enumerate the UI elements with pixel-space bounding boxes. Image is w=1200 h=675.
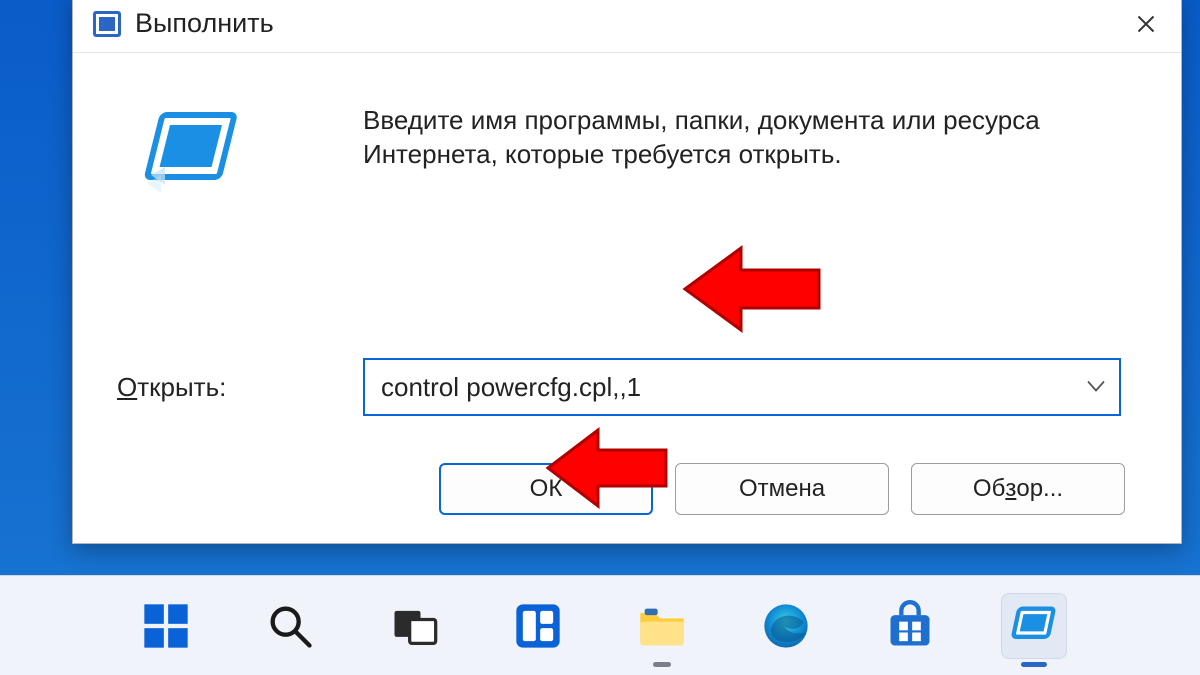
browse-button[interactable]: Обзор... bbox=[911, 463, 1125, 515]
file-explorer-icon bbox=[636, 600, 688, 652]
titlebar: Выполнить bbox=[73, 0, 1181, 53]
edge-icon bbox=[760, 600, 812, 652]
search-button[interactable] bbox=[257, 593, 323, 659]
taskbar bbox=[0, 575, 1200, 675]
store-button[interactable] bbox=[877, 593, 943, 659]
run-icon bbox=[1008, 600, 1060, 652]
search-icon bbox=[264, 600, 316, 652]
start-button[interactable] bbox=[133, 593, 199, 659]
chevron-down-icon bbox=[1087, 377, 1105, 398]
open-combobox[interactable] bbox=[363, 358, 1121, 416]
cancel-button[interactable]: Отмена bbox=[675, 463, 889, 515]
store-icon bbox=[884, 600, 936, 652]
task-view-button[interactable] bbox=[381, 593, 447, 659]
file-explorer-button[interactable] bbox=[629, 593, 695, 659]
ok-button[interactable]: ОК bbox=[439, 463, 653, 515]
run-dialog: Выполнить Введите имя программы, папки, … bbox=[72, 0, 1182, 544]
open-input[interactable] bbox=[381, 372, 1073, 403]
widgets-icon bbox=[512, 600, 564, 652]
close-icon bbox=[1136, 14, 1156, 34]
open-label: Открыть: bbox=[103, 372, 333, 403]
task-view-icon bbox=[388, 600, 440, 652]
run-taskbar-button[interactable] bbox=[1001, 593, 1067, 659]
run-title-icon bbox=[93, 11, 121, 37]
windows-logo-icon bbox=[140, 600, 192, 652]
run-icon bbox=[143, 105, 243, 195]
button-row: ОК Отмена Обзор... bbox=[73, 463, 1181, 515]
dialog-title: Выполнить bbox=[135, 8, 274, 39]
widgets-button[interactable] bbox=[505, 593, 571, 659]
dialog-description: Введите имя программы, папки, документа … bbox=[363, 101, 1121, 172]
edge-button[interactable] bbox=[753, 593, 819, 659]
close-button[interactable] bbox=[1111, 0, 1181, 53]
